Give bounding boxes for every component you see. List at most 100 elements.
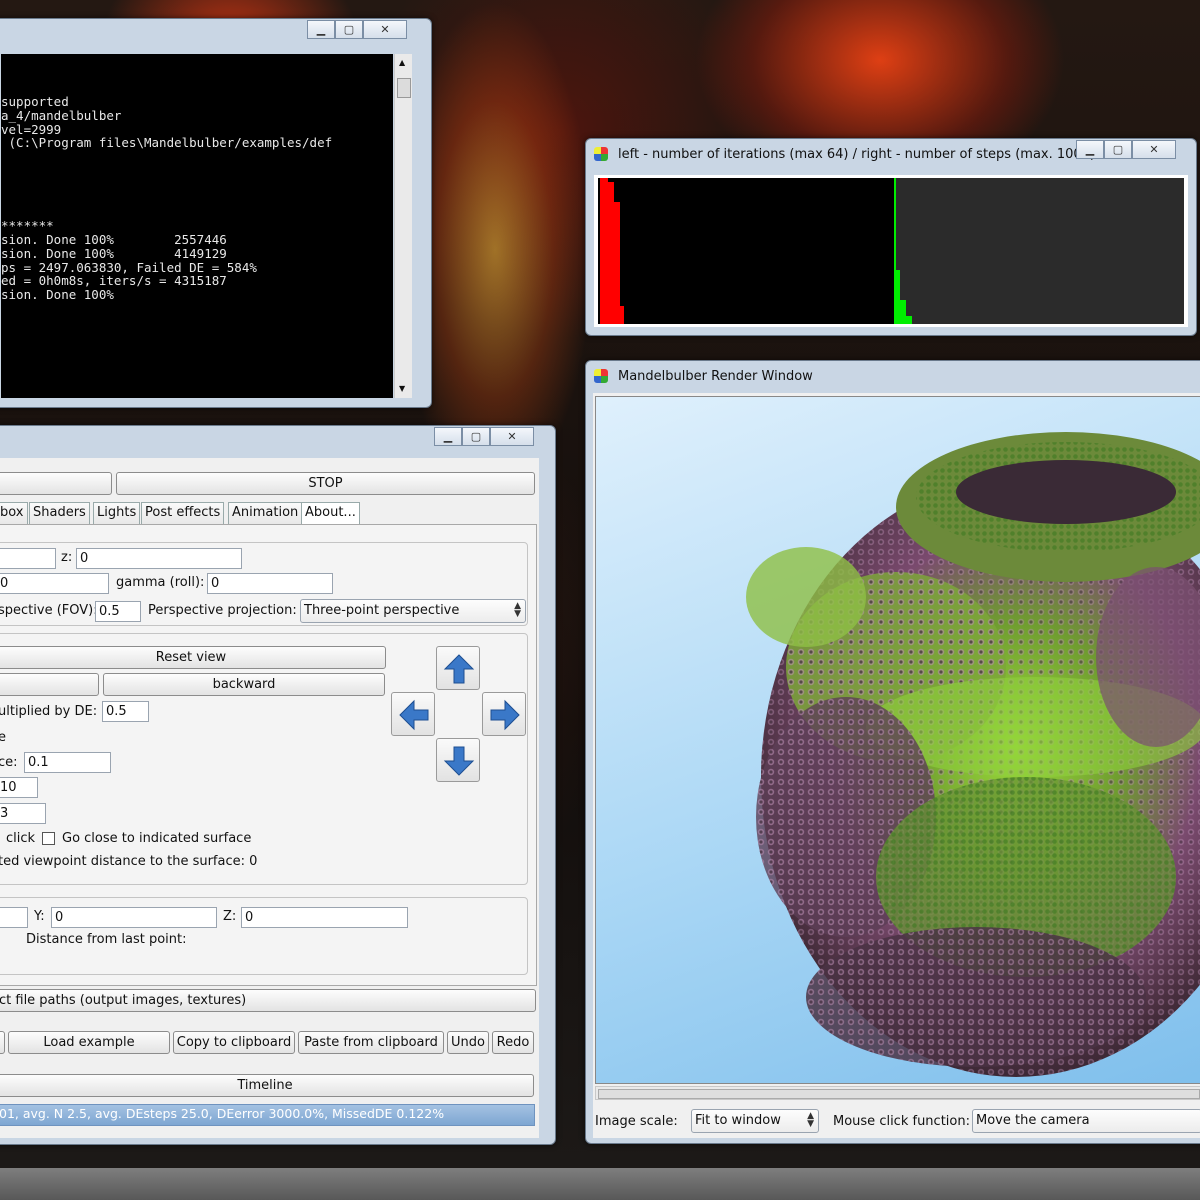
iterations-histogram — [598, 178, 894, 324]
beta-input[interactable]: 0 — [0, 573, 109, 594]
tab-box[interactable]: box — [0, 502, 28, 524]
projection-select-value: Three-point perspective — [304, 603, 460, 618]
viewpoint-distance-text: ted viewpoint distance to the surface: 0 — [0, 854, 258, 869]
render-button[interactable] — [0, 472, 112, 495]
tab-shaders[interactable]: Shaders — [29, 502, 90, 524]
render-scroll-thumb[interactable] — [598, 1089, 1200, 1099]
app-icon — [594, 147, 608, 161]
image-scale-value: Fit to window — [695, 1113, 781, 1128]
stop-button[interactable]: STOP — [116, 472, 535, 495]
main-titlebar[interactable]: ▁ ▢ ✕ — [0, 426, 555, 456]
console-output: supported a_4/mandelbulber vel=2999 (C:\… — [1, 54, 393, 398]
main-close-button[interactable]: ✕ — [490, 427, 534, 446]
step-multiplied-input[interactable]: 0.5 — [102, 701, 149, 722]
console-scrollbar[interactable]: ▲ ▼ — [394, 54, 412, 398]
histogram-maximize-button[interactable]: ▢ — [1104, 140, 1132, 159]
forward-button[interactable] — [0, 673, 99, 696]
move-down-button[interactable] — [436, 738, 480, 782]
click-label: click — [6, 831, 36, 846]
go-close-label: Go close to indicated surface — [62, 831, 252, 846]
image-scale-select[interactable]: Fit to window ▲ ▼ — [691, 1109, 819, 1133]
backward-button[interactable]: backward — [103, 673, 385, 696]
steps-histogram — [894, 178, 1184, 324]
distance-input[interactable]: 0.1 — [24, 752, 111, 773]
steps-bar — [906, 316, 912, 324]
copy-to-clipboard-button[interactable]: Copy to clipboard — [173, 1031, 295, 1054]
main-maximize-button[interactable]: ▢ — [462, 427, 490, 446]
step-multiplied-label: ultiplied by DE: — [0, 704, 98, 719]
mouse-click-function-value: Move the camera — [976, 1113, 1090, 1128]
reset-view-button[interactable]: Reset view — [0, 646, 386, 669]
iterations-bar — [620, 306, 624, 324]
arrow-left-icon — [399, 699, 429, 731]
render-horizontal-scrollbar[interactable] — [595, 1086, 1200, 1100]
histogram-panel — [594, 175, 1188, 327]
z-point-label: Z: — [223, 909, 237, 924]
e-label: e — [0, 730, 6, 745]
arrow-down-icon — [443, 746, 475, 776]
tab-animation[interactable]: Animation — [228, 502, 303, 524]
scroll-up-icon[interactable]: ▲ — [399, 58, 405, 67]
console-maximize-button[interactable]: ▢ — [335, 20, 363, 39]
tab-about[interactable]: About... — [301, 502, 360, 524]
distance-label: ce: — [0, 755, 18, 770]
gamma-input[interactable]: 0 — [207, 573, 333, 594]
console-window: ▁ ▢ ✕ supported a_4/mandelbulber vel=299… — [0, 18, 432, 408]
paste-from-clipboard-button[interactable]: Paste from clipboard — [298, 1031, 444, 1054]
render-window-title: Mandelbulber Render Window — [618, 369, 813, 384]
distance-last-point-label: Distance from last point: — [26, 932, 187, 947]
move-right-button[interactable] — [482, 692, 526, 736]
mouse-click-function-select[interactable]: Move the camera — [972, 1109, 1200, 1133]
chevron-updown-icon: ▲ ▼ — [514, 601, 521, 619]
z-point-input[interactable]: 0 — [241, 907, 408, 928]
chevron-updown-icon: ▲ ▼ — [807, 1111, 814, 1129]
y-label: Y: — [34, 909, 45, 924]
gamma-label: gamma (roll): — [116, 575, 205, 590]
step-count-input[interactable]: 3 — [0, 803, 46, 824]
app-icon — [594, 369, 608, 383]
status-bar: 01, avg. N 2.5, avg. DEsteps 25.0, DEerr… — [0, 1104, 535, 1126]
undo-button[interactable]: Undo — [447, 1031, 489, 1054]
console-text: supported a_4/mandelbulber vel=2999 (C:\… — [1, 94, 333, 303]
move-left-button[interactable] — [391, 692, 435, 736]
save-settings-button[interactable] — [0, 1031, 5, 1054]
status-text: 01, avg. N 2.5, avg. DEsteps 25.0, DEerr… — [0, 1106, 445, 1121]
iterations-bar — [600, 178, 608, 324]
load-example-button[interactable]: Load example — [8, 1031, 170, 1054]
console-minimize-button[interactable]: ▁ — [307, 20, 335, 39]
projection-select[interactable]: Three-point perspective ▲ ▼ — [300, 599, 526, 623]
main-minimize-button[interactable]: ▁ — [434, 427, 462, 446]
render-titlebar[interactable]: Mandelbulber Render Window — [586, 361, 1200, 391]
histogram-minimize-button[interactable]: ▁ — [1076, 140, 1104, 159]
redo-button[interactable]: Redo — [492, 1031, 534, 1054]
mandelbulb-fractal-image — [746, 432, 1200, 1077]
y-point-input[interactable]: 0 — [51, 907, 217, 928]
y-input[interactable] — [0, 548, 56, 569]
render-window: Mandelbulber Render Window Image scale: … — [585, 360, 1200, 1144]
select-file-paths-button[interactable]: ct file paths (output images, textures) — [0, 989, 536, 1012]
histogram-window: left - number of iterations (max 64) / r… — [585, 138, 1197, 336]
console-scroll-thumb[interactable] — [397, 78, 411, 98]
render-image[interactable] — [595, 396, 1200, 1084]
timeline-button[interactable]: Timeline — [0, 1074, 534, 1097]
go-close-checkbox[interactable] — [42, 832, 55, 845]
histogram-titlebar[interactable]: left - number of iterations (max 64) / r… — [586, 139, 1196, 169]
x-point-input[interactable] — [0, 907, 28, 928]
fov-label: spective (FOV): — [0, 603, 98, 618]
arrow-up-icon — [443, 654, 475, 684]
fov-input[interactable]: 0.5 — [95, 601, 141, 622]
histogram-close-button[interactable]: ✕ — [1132, 140, 1176, 159]
console-close-button[interactable]: ✕ — [363, 20, 407, 39]
z-label: z: — [61, 550, 73, 565]
tab-lights[interactable]: Lights — [93, 502, 141, 524]
move-up-button[interactable] — [436, 646, 480, 690]
console-titlebar[interactable]: ▁ ▢ ✕ — [0, 19, 431, 49]
histogram-title: left - number of iterations (max 64) / r… — [618, 147, 1096, 162]
projection-label: Perspective projection: — [148, 603, 297, 618]
taskbar — [0, 1168, 1200, 1200]
tab-post-effects[interactable]: Post effects — [141, 502, 225, 524]
z-input[interactable]: 0 — [76, 548, 242, 569]
image-scale-label: Image scale: — [595, 1114, 678, 1129]
scroll-down-icon[interactable]: ▼ — [399, 384, 405, 393]
rotation-step-input[interactable]: 10 — [0, 777, 38, 798]
